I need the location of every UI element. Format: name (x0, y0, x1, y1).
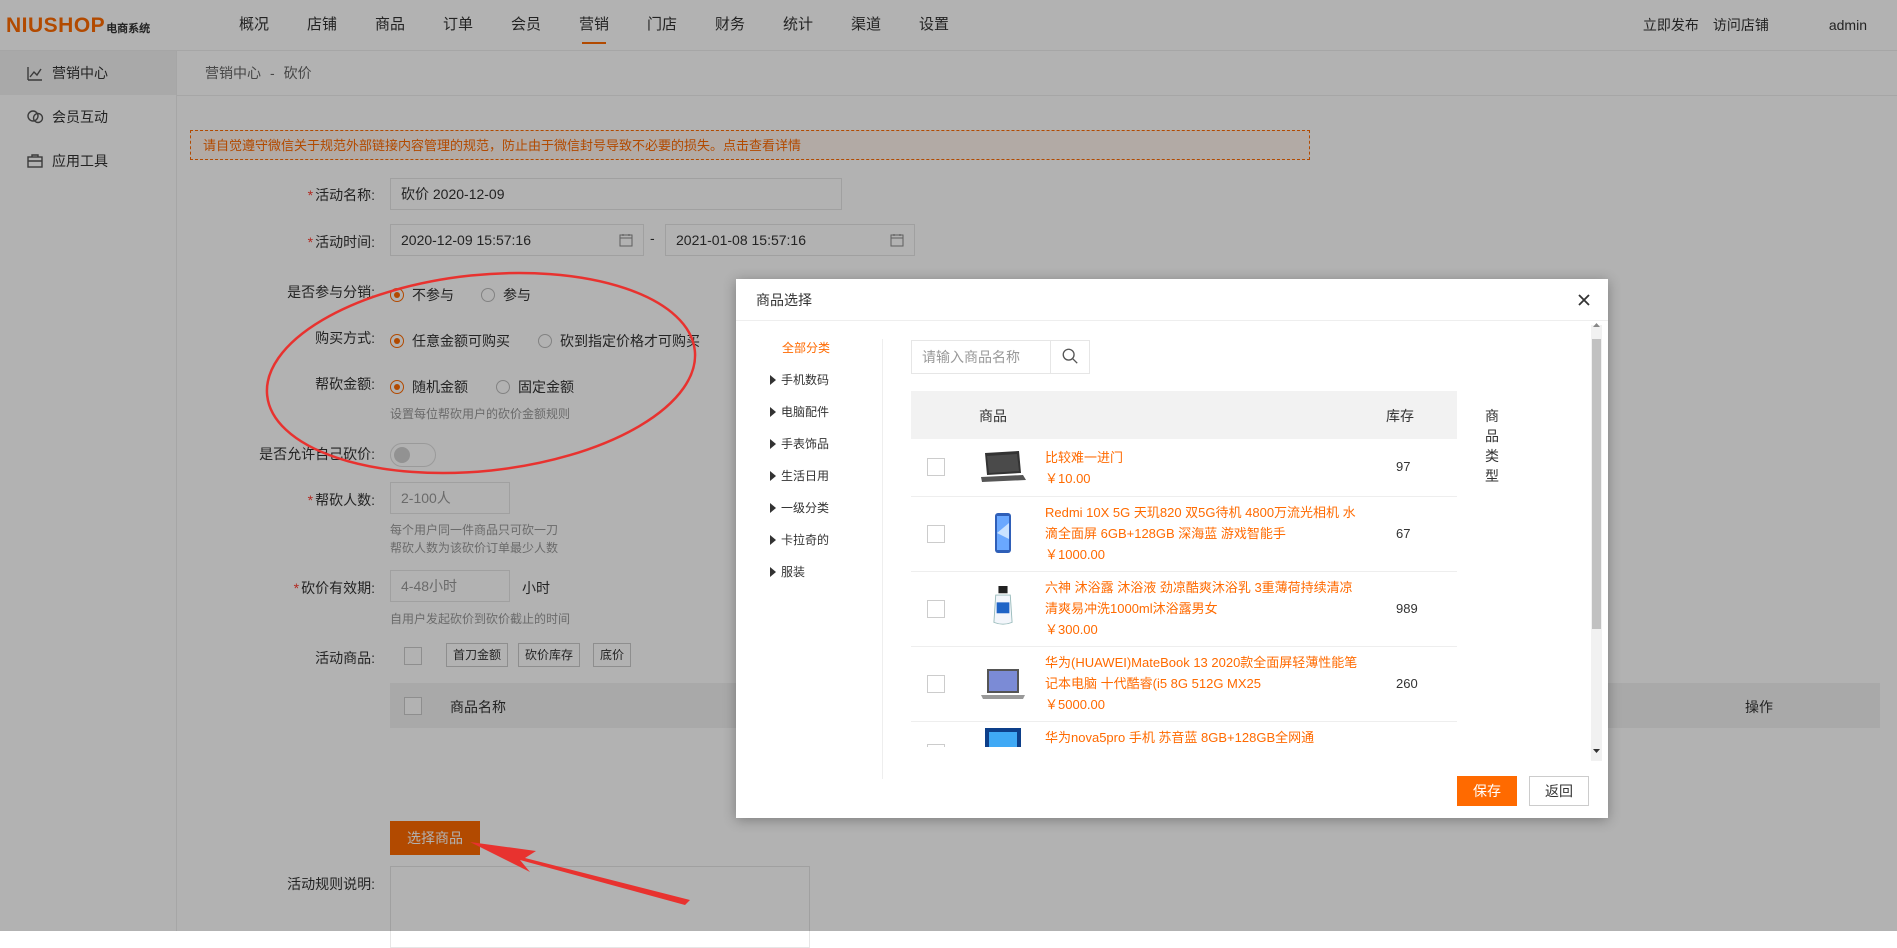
column-type: 商品类型 (1485, 408, 1499, 484)
product-thumbnail (981, 451, 1026, 482)
goods-search-input[interactable] (911, 340, 1051, 374)
caret-right-icon (770, 470, 776, 481)
product-name[interactable]: Redmi 10X 5G 天玑820 双5G待机 4800万流光相机 水滴全面屏… (1045, 502, 1363, 565)
modal-scrollbar-thumb[interactable] (1592, 339, 1601, 629)
product-thumbnail (993, 586, 1013, 625)
caret-right-icon (770, 566, 776, 577)
table-row[interactable]: 华为nova5pro 手机 苏音蓝 8GB+128GB全网通 798 实物商品 (911, 722, 1457, 747)
product-stock: 798 (1396, 744, 1418, 747)
product-price: ￥5000.00 (1045, 697, 1105, 712)
caret-right-icon (770, 534, 776, 545)
goods-select-modal: 商品选择 全部分类 手机数码 电脑配件 手表饰品 生活日用 一级分类 卡拉奇的 … (736, 279, 1608, 818)
category-item[interactable]: 卡拉奇的 (770, 531, 829, 548)
product-name[interactable]: 比较难一进门 ￥10.00 (1045, 447, 1363, 489)
product-stock: 67 (1396, 526, 1411, 541)
caret-right-icon (770, 374, 776, 385)
product-stock: 97 (1396, 459, 1411, 474)
category-item[interactable]: 一级分类 (770, 499, 829, 516)
product-price: ￥300.00 (1045, 622, 1098, 637)
category-item[interactable]: 生活日用 (770, 467, 829, 484)
product-stock: 260 (1396, 676, 1418, 691)
product-name[interactable]: 六神 沐浴露 沐浴液 劲凉酷爽沐浴乳 3重薄荷持续清凉 清爽易冲洗1000ml沐… (1045, 577, 1363, 640)
product-thumbnail (995, 513, 1011, 553)
close-icon[interactable] (1574, 290, 1594, 310)
product-thumbnail (981, 669, 1025, 699)
search-button[interactable] (1050, 340, 1090, 374)
scroll-up-icon[interactable] (1591, 321, 1602, 329)
product-price: ￥1000.00 (1045, 547, 1105, 562)
product-name[interactable]: 华为nova5pro 手机 苏音蓝 8GB+128GB全网通 (1045, 727, 1363, 747)
category-item[interactable]: 手机数码 (770, 371, 829, 388)
back-button[interactable]: 返回 (1529, 776, 1589, 806)
table-row[interactable]: 比较难一进门￥10.00 97 实物商品 (911, 439, 1457, 497)
row-checkbox[interactable] (927, 744, 945, 747)
category-item[interactable]: 手表饰品 (770, 435, 829, 452)
category-list: 全部分类 手机数码 电脑配件 手表饰品 生活日用 一级分类 卡拉奇的 服装 (746, 339, 883, 779)
search-icon (1062, 348, 1078, 364)
modal-title: 商品选择 (736, 279, 1608, 321)
caret-right-icon (770, 438, 776, 449)
goods-list[interactable]: 比较难一进门￥10.00 97 实物商品 Redmi 10X 5G 天玑820 … (911, 439, 1457, 747)
goods-table-header: 商品 库存 商品类型 (911, 391, 1499, 484)
row-checkbox[interactable] (927, 458, 945, 476)
product-thumbnail (985, 728, 1021, 747)
row-checkbox[interactable] (927, 600, 945, 618)
product-stock: 989 (1396, 601, 1418, 616)
table-row[interactable]: 华为(HUAWEI)MateBook 13 2020款全面屏轻薄性能笔记本电脑 … (911, 647, 1457, 722)
scroll-down-icon[interactable] (1591, 747, 1602, 755)
column-stock: 库存 (1386, 408, 1414, 424)
table-row[interactable]: Redmi 10X 5G 天玑820 双5G待机 4800万流光相机 水滴全面屏… (911, 497, 1457, 572)
product-name[interactable]: 华为(HUAWEI)MateBook 13 2020款全面屏轻薄性能笔记本电脑 … (1045, 652, 1363, 715)
table-row[interactable]: 六神 沐浴露 沐浴液 劲凉酷爽沐浴乳 3重薄荷持续清凉 清爽易冲洗1000ml沐… (911, 572, 1457, 647)
row-checkbox[interactable] (927, 525, 945, 543)
save-button[interactable]: 保存 (1457, 776, 1517, 806)
category-item[interactable]: 电脑配件 (770, 403, 829, 420)
category-all[interactable]: 全部分类 (782, 339, 830, 356)
caret-right-icon (770, 406, 776, 417)
product-price: ￥10.00 (1045, 471, 1091, 486)
column-goods: 商品 (979, 408, 1007, 424)
row-checkbox[interactable] (927, 675, 945, 693)
caret-right-icon (770, 502, 776, 513)
category-item[interactable]: 服装 (770, 563, 805, 580)
